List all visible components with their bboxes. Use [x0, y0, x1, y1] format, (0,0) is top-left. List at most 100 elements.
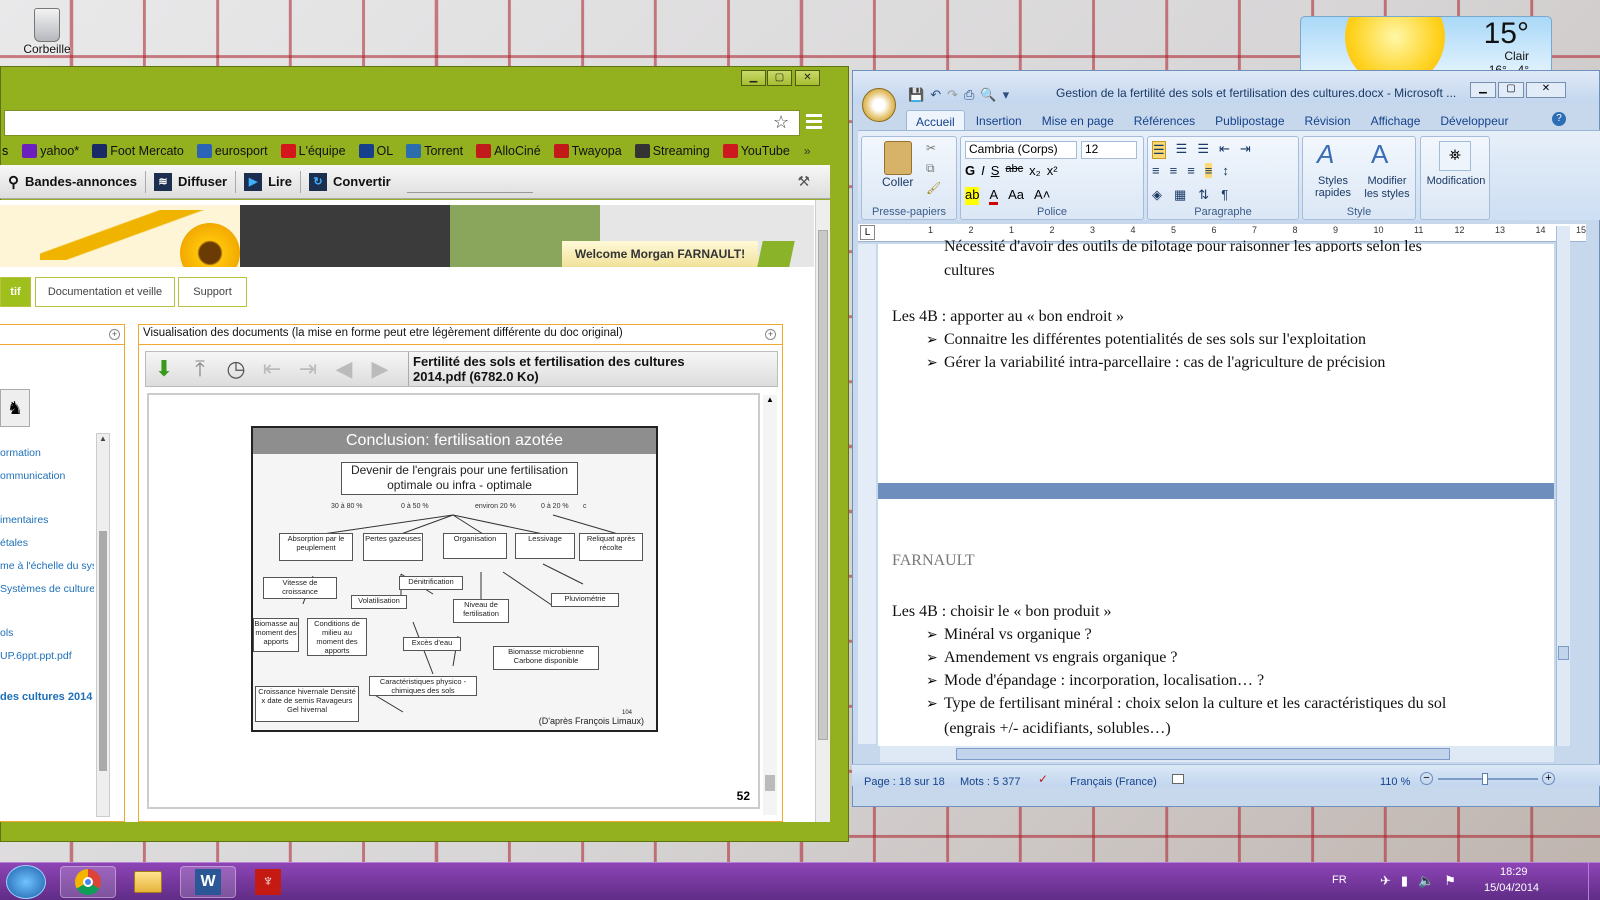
editing-label[interactable]: Modification — [1421, 175, 1491, 187]
sidebar-link[interactable]: Systèmes de culture — [0, 583, 94, 595]
preview-icon[interactable]: 🔍 — [980, 87, 996, 103]
bookmark-star-icon[interactable]: ☆ — [773, 112, 789, 133]
status-language[interactable]: Français (France) — [1070, 776, 1157, 788]
numbering-icon[interactable]: ☰ — [1176, 141, 1188, 159]
sidebar-scroll-thumb[interactable] — [99, 531, 107, 771]
bookmark-2[interactable]: eurosport — [196, 144, 268, 158]
word-horizontal-scrollbar[interactable] — [880, 746, 1554, 762]
cut-icon[interactable]: ✂ — [926, 141, 936, 155]
pdf-scroll-up-icon[interactable]: ▲ — [763, 395, 777, 404]
font-family-select[interactable]: Cambria (Corps) — [965, 141, 1077, 159]
modify-styles-label[interactable]: Modifier les styles — [1359, 175, 1415, 201]
status-words[interactable]: Mots : 5 377 — [960, 776, 1021, 788]
page-scrollbar[interactable] — [815, 200, 830, 822]
paste-icon[interactable] — [884, 141, 912, 175]
justify-icon[interactable]: ≡ — [1204, 163, 1213, 178]
first-page-icon[interactable]: ⇤ — [254, 354, 290, 384]
quick-styles-label[interactable]: Styles rapides — [1307, 175, 1359, 199]
zoom-out-icon[interactable]: − — [1420, 772, 1433, 785]
menu-icon[interactable] — [806, 114, 822, 130]
bookmark-0[interactable]: yahoo* — [22, 144, 79, 158]
maximize-button[interactable]: ▢ — [767, 70, 792, 86]
page-scrollbar-thumb[interactable] — [818, 230, 828, 740]
borders-icon[interactable]: ▦ — [1174, 187, 1186, 203]
subscript-icon[interactable]: x₂ — [1029, 163, 1041, 178]
bullets-icon[interactable]: ☰ — [1152, 141, 1166, 159]
convert-tool[interactable]: ↻ Convertir — [301, 171, 399, 193]
bold-icon[interactable]: G — [965, 163, 975, 178]
pin-icon[interactable]: ✈ — [1380, 873, 1391, 889]
bookmark-6[interactable]: AlloCiné — [476, 144, 541, 158]
recycle-bin[interactable]: Corbeille — [18, 8, 76, 56]
tab-support[interactable]: Support — [178, 277, 247, 307]
zoom-thumb[interactable] — [1482, 773, 1488, 785]
highlight-icon[interactable]: ab — [965, 187, 980, 205]
word-hscroll-thumb[interactable] — [956, 748, 1450, 760]
strikethrough-icon[interactable]: abc — [1005, 163, 1023, 178]
tab-stop-icon[interactable]: L — [860, 225, 875, 240]
copy-icon[interactable]: ⧉ — [926, 161, 935, 176]
line-spacing-icon[interactable]: ↕ — [1222, 163, 1229, 178]
clock-time[interactable]: 18:29 — [1500, 866, 1528, 878]
mask-icon-button[interactable]: ♞ — [0, 389, 30, 427]
undo-icon[interactable]: ↶ — [930, 87, 941, 103]
binoculars-icon[interactable]: ⛯ — [1439, 141, 1471, 171]
print-icon[interactable]: ⎙ — [964, 87, 974, 103]
bookmark-7[interactable]: Twayopa — [553, 144, 622, 158]
redo-icon[interactable]: ↷ — [947, 87, 958, 103]
status-page[interactable]: Page : 18 sur 18 — [864, 776, 945, 788]
font-color-icon[interactable]: A — [989, 187, 999, 205]
stream-tool[interactable]: ≋ Diffuser — [146, 170, 237, 193]
close-button[interactable]: ✕ — [795, 70, 820, 86]
italic-icon[interactable]: I — [981, 163, 985, 178]
last-page-icon[interactable]: ⇥ — [290, 354, 326, 384]
bookmark-8[interactable]: Streaming — [634, 144, 710, 158]
sidebar-link[interactable]: ormation — [0, 447, 94, 459]
taskbar-acrobat[interactable]: ♆ — [240, 866, 296, 898]
zoom-in-icon[interactable]: + — [1542, 772, 1555, 785]
underline-icon[interactable]: S — [991, 163, 1000, 178]
next-icon[interactable]: ▶ — [362, 354, 398, 384]
bookmark-partial[interactable]: s — [2, 144, 8, 158]
word-close-button[interactable]: ✕ — [1526, 82, 1566, 98]
previous-icon[interactable]: ◀ — [326, 354, 362, 384]
sort-icon[interactable]: ⇅ — [1198, 187, 1209, 203]
sidebar-link[interactable]: me à l'échelle du sys — [0, 560, 94, 572]
expand-icon[interactable]: + — [109, 329, 120, 340]
word-vertical-scrollbar[interactable] — [1556, 226, 1570, 746]
minimize-button[interactable]: ▁ — [741, 70, 766, 86]
qa-menu-icon[interactable]: ▾ — [1003, 87, 1010, 103]
pilcrow-icon[interactable]: ¶ — [1221, 187, 1228, 203]
start-button[interactable] — [6, 865, 46, 899]
address-bar[interactable] — [4, 110, 800, 136]
toolbar-search-field[interactable] — [406, 171, 533, 193]
macro-icon[interactable] — [1172, 774, 1184, 784]
word-minimize-button[interactable]: ▁ — [1470, 82, 1496, 98]
align-left-icon[interactable]: ≡ — [1152, 163, 1160, 178]
status-zoom[interactable]: 110 % — [1380, 776, 1410, 788]
save-icon[interactable]: 💾 — [908, 87, 924, 103]
format-painter-icon[interactable]: 🖌 — [926, 181, 941, 195]
sidebar-link[interactable]: ommunication — [0, 470, 94, 482]
help-icon[interactable]: ? — [1552, 112, 1566, 126]
change-case-icon[interactable]: Aa — [1008, 187, 1024, 205]
network-icon[interactable]: ⚑ — [1444, 873, 1456, 889]
superscript-icon[interactable]: x² — [1047, 163, 1058, 178]
tab-documentation[interactable]: Documentation et veille — [35, 277, 175, 307]
bookmarks-overflow-icon[interactable]: » — [804, 144, 811, 158]
taskbar-explorer[interactable] — [120, 866, 176, 898]
taskbar-word[interactable]: W — [180, 866, 236, 898]
modify-styles-icon[interactable]: A — [1371, 139, 1388, 170]
align-center-icon[interactable]: ≡ — [1170, 163, 1178, 178]
paste-label[interactable]: Coller — [882, 175, 913, 189]
bookmark-1[interactable]: Foot Mercato — [92, 144, 184, 158]
signal-icon[interactable]: ▮ — [1401, 873, 1408, 889]
sidebar-scrollbar[interactable]: ▲ — [96, 433, 110, 817]
download-icon[interactable]: ⬇ — [146, 354, 182, 384]
spellcheck-icon[interactable]: ✓ — [1038, 772, 1048, 786]
bookmark-4[interactable]: OL — [358, 144, 393, 158]
volume-icon[interactable]: 🔈 — [1418, 873, 1434, 889]
sidebar-link[interactable]: imentaires — [0, 514, 94, 526]
align-right-icon[interactable]: ≡ — [1187, 163, 1195, 178]
outdent-icon[interactable]: ⇥ — [1240, 141, 1251, 159]
